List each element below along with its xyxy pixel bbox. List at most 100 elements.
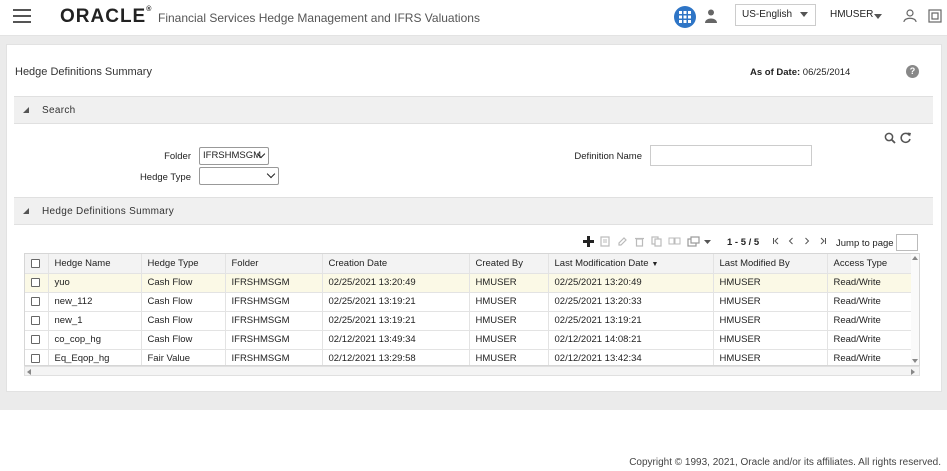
jump-to-page-label: Jump to page bbox=[836, 238, 894, 249]
cell-created-by: HMUSER bbox=[469, 292, 549, 312]
scroll-down-icon[interactable] bbox=[912, 359, 918, 363]
as-of-date: As of Date: 06/25/2014 bbox=[750, 67, 851, 78]
cell-created-by: HMUSER bbox=[469, 311, 549, 331]
column-header[interactable]: Last Modified By bbox=[713, 254, 828, 274]
more-actions-icon[interactable] bbox=[703, 236, 712, 247]
user-admin-icon[interactable] bbox=[903, 9, 917, 26]
horizontal-scrollbar[interactable] bbox=[24, 366, 920, 376]
cell-creation-date: 02/25/2021 13:20:49 bbox=[322, 273, 470, 293]
cell-hedge-name: new_112 bbox=[48, 292, 142, 312]
cell-last-modification-date: 02/25/2021 13:19:21 bbox=[548, 311, 714, 331]
app-title: Financial Services Hedge Management and … bbox=[158, 11, 480, 25]
select-all-checkbox[interactable] bbox=[31, 258, 40, 268]
chevron-down-icon bbox=[266, 169, 276, 179]
search-icon[interactable] bbox=[884, 132, 896, 147]
cell-hedge-name: co_cop_hg bbox=[48, 330, 142, 350]
page-title: Hedge Definitions Summary bbox=[15, 66, 152, 78]
pager-range: 1 - 5 / 5 bbox=[727, 237, 760, 248]
last-page-icon[interactable] bbox=[819, 236, 827, 249]
scroll-right-icon[interactable] bbox=[911, 369, 915, 375]
cell-last-modified-by: HMUSER bbox=[713, 330, 828, 350]
row-checkbox[interactable] bbox=[31, 353, 40, 363]
cell-last-modified-by: HMUSER bbox=[713, 273, 828, 293]
column-header[interactable]: Hedge Type bbox=[141, 254, 226, 274]
collapse-triangle-icon bbox=[23, 208, 29, 214]
cell-hedge-name: yuo bbox=[48, 273, 142, 293]
folder-select[interactable]: IFRSHMSGM bbox=[199, 147, 269, 165]
table-row[interactable]: co_cop_hg Cash Flow IFRSHMSGM 02/12/2021… bbox=[25, 330, 916, 350]
search-section-header[interactable]: Search bbox=[14, 96, 933, 124]
sort-descending-icon: ▼ bbox=[651, 260, 659, 268]
cell-hedge-name: Eq_Eqop_hg bbox=[48, 349, 142, 365]
column-header[interactable]: Access Type bbox=[827, 254, 916, 274]
jump-to-page-input[interactable] bbox=[896, 234, 918, 251]
cell-last-modification-date: 02/25/2021 13:20:33 bbox=[548, 292, 714, 312]
column-header[interactable]: Hedge Name bbox=[48, 254, 142, 274]
hamburger-menu-icon[interactable] bbox=[13, 9, 31, 25]
definition-name-input[interactable] bbox=[650, 145, 812, 166]
cell-access-type: Read/Write bbox=[827, 330, 916, 350]
cell-folder: IFRSHMSGM bbox=[225, 330, 323, 350]
cell-access-type: Read/Write bbox=[827, 292, 916, 312]
hedge-type-label: Hedge Type bbox=[139, 172, 191, 183]
cell-folder: IFRSHMSGM bbox=[225, 273, 323, 293]
scroll-left-icon[interactable] bbox=[27, 369, 31, 375]
cell-hedge-type: Cash Flow bbox=[141, 273, 226, 293]
cell-hedge-type: Cash Flow bbox=[141, 330, 226, 350]
refresh-icon[interactable] bbox=[899, 131, 912, 147]
user-role-icon[interactable] bbox=[705, 9, 717, 26]
row-checkbox[interactable] bbox=[31, 315, 40, 325]
copy-icon[interactable] bbox=[651, 236, 662, 247]
column-header[interactable]: Folder bbox=[225, 254, 323, 274]
table-row[interactable]: yuo Cash Flow IFRSHMSGM 02/25/2021 13:20… bbox=[25, 273, 916, 293]
column-header[interactable]: Creation Date bbox=[322, 254, 470, 274]
cell-creation-date: 02/12/2021 13:49:34 bbox=[322, 330, 470, 350]
table-row[interactable]: new_112 Cash Flow IFRSHMSGM 02/25/2021 1… bbox=[25, 292, 916, 312]
first-page-icon[interactable] bbox=[772, 236, 780, 249]
cell-creation-date: 02/25/2021 13:19:21 bbox=[322, 292, 470, 312]
cell-hedge-type: Fair Value bbox=[141, 349, 226, 365]
window-icon[interactable] bbox=[928, 9, 942, 26]
column-header[interactable]: Created By bbox=[469, 254, 549, 274]
chevron-down-icon bbox=[800, 12, 808, 17]
cell-access-type: Read/Write bbox=[827, 273, 916, 293]
cell-created-by: HMUSER bbox=[469, 349, 549, 365]
cell-last-modified-by: HMUSER bbox=[713, 311, 828, 331]
edit-icon[interactable] bbox=[617, 236, 628, 247]
view-icon[interactable] bbox=[600, 236, 611, 247]
folder-label: Folder bbox=[164, 151, 191, 162]
oracle-logo: ORACLE® bbox=[60, 6, 153, 27]
cell-last-modification-date: 02/12/2021 13:42:34 bbox=[548, 349, 714, 365]
cell-creation-date: 02/25/2021 13:19:21 bbox=[322, 311, 470, 331]
cell-created-by: HMUSER bbox=[469, 330, 549, 350]
language-select[interactable]: US-English bbox=[735, 4, 816, 26]
previous-page-icon[interactable] bbox=[787, 236, 795, 249]
cell-hedge-type: Cash Flow bbox=[141, 311, 226, 331]
table-header-row: Hedge Name Hedge Type Folder Creation Da… bbox=[25, 254, 916, 274]
user-menu[interactable]: HMUSER bbox=[822, 4, 892, 26]
export-icon[interactable] bbox=[687, 236, 700, 247]
row-checkbox[interactable] bbox=[31, 334, 40, 344]
cell-created-by: HMUSER bbox=[469, 273, 549, 293]
definition-name-label: Definition Name bbox=[574, 151, 642, 162]
cell-access-type: Read/Write bbox=[827, 311, 916, 331]
collapse-triangle-icon bbox=[23, 107, 29, 113]
cell-folder: IFRSHMSGM bbox=[225, 311, 323, 331]
table-row[interactable]: new_1 Cash Flow IFRSHMSGM 02/25/2021 13:… bbox=[25, 311, 916, 331]
applications-grid-icon[interactable] bbox=[674, 6, 696, 28]
next-page-icon[interactable] bbox=[803, 236, 811, 249]
row-checkbox[interactable] bbox=[31, 296, 40, 306]
cell-last-modification-date: 02/25/2021 13:20:49 bbox=[548, 273, 714, 293]
hedge-type-select[interactable] bbox=[199, 167, 279, 185]
help-icon[interactable]: ? bbox=[906, 65, 919, 78]
column-header-sorted[interactable]: Last Modification Date ▼ bbox=[548, 254, 714, 274]
table-row[interactable]: Eq_Eqop_hg Fair Value IFRSHMSGM 02/12/20… bbox=[25, 349, 916, 365]
copyright-footer: Copyright © 1993, 2021, Oracle and/or it… bbox=[629, 457, 941, 468]
scroll-up-icon[interactable] bbox=[912, 256, 918, 260]
vertical-scrollbar[interactable] bbox=[911, 254, 919, 365]
compare-icon[interactable] bbox=[668, 236, 681, 247]
row-checkbox[interactable] bbox=[31, 277, 40, 287]
summary-section-header[interactable]: Hedge Definitions Summary bbox=[14, 197, 933, 225]
add-icon[interactable] bbox=[583, 236, 594, 247]
delete-icon[interactable] bbox=[634, 236, 645, 247]
